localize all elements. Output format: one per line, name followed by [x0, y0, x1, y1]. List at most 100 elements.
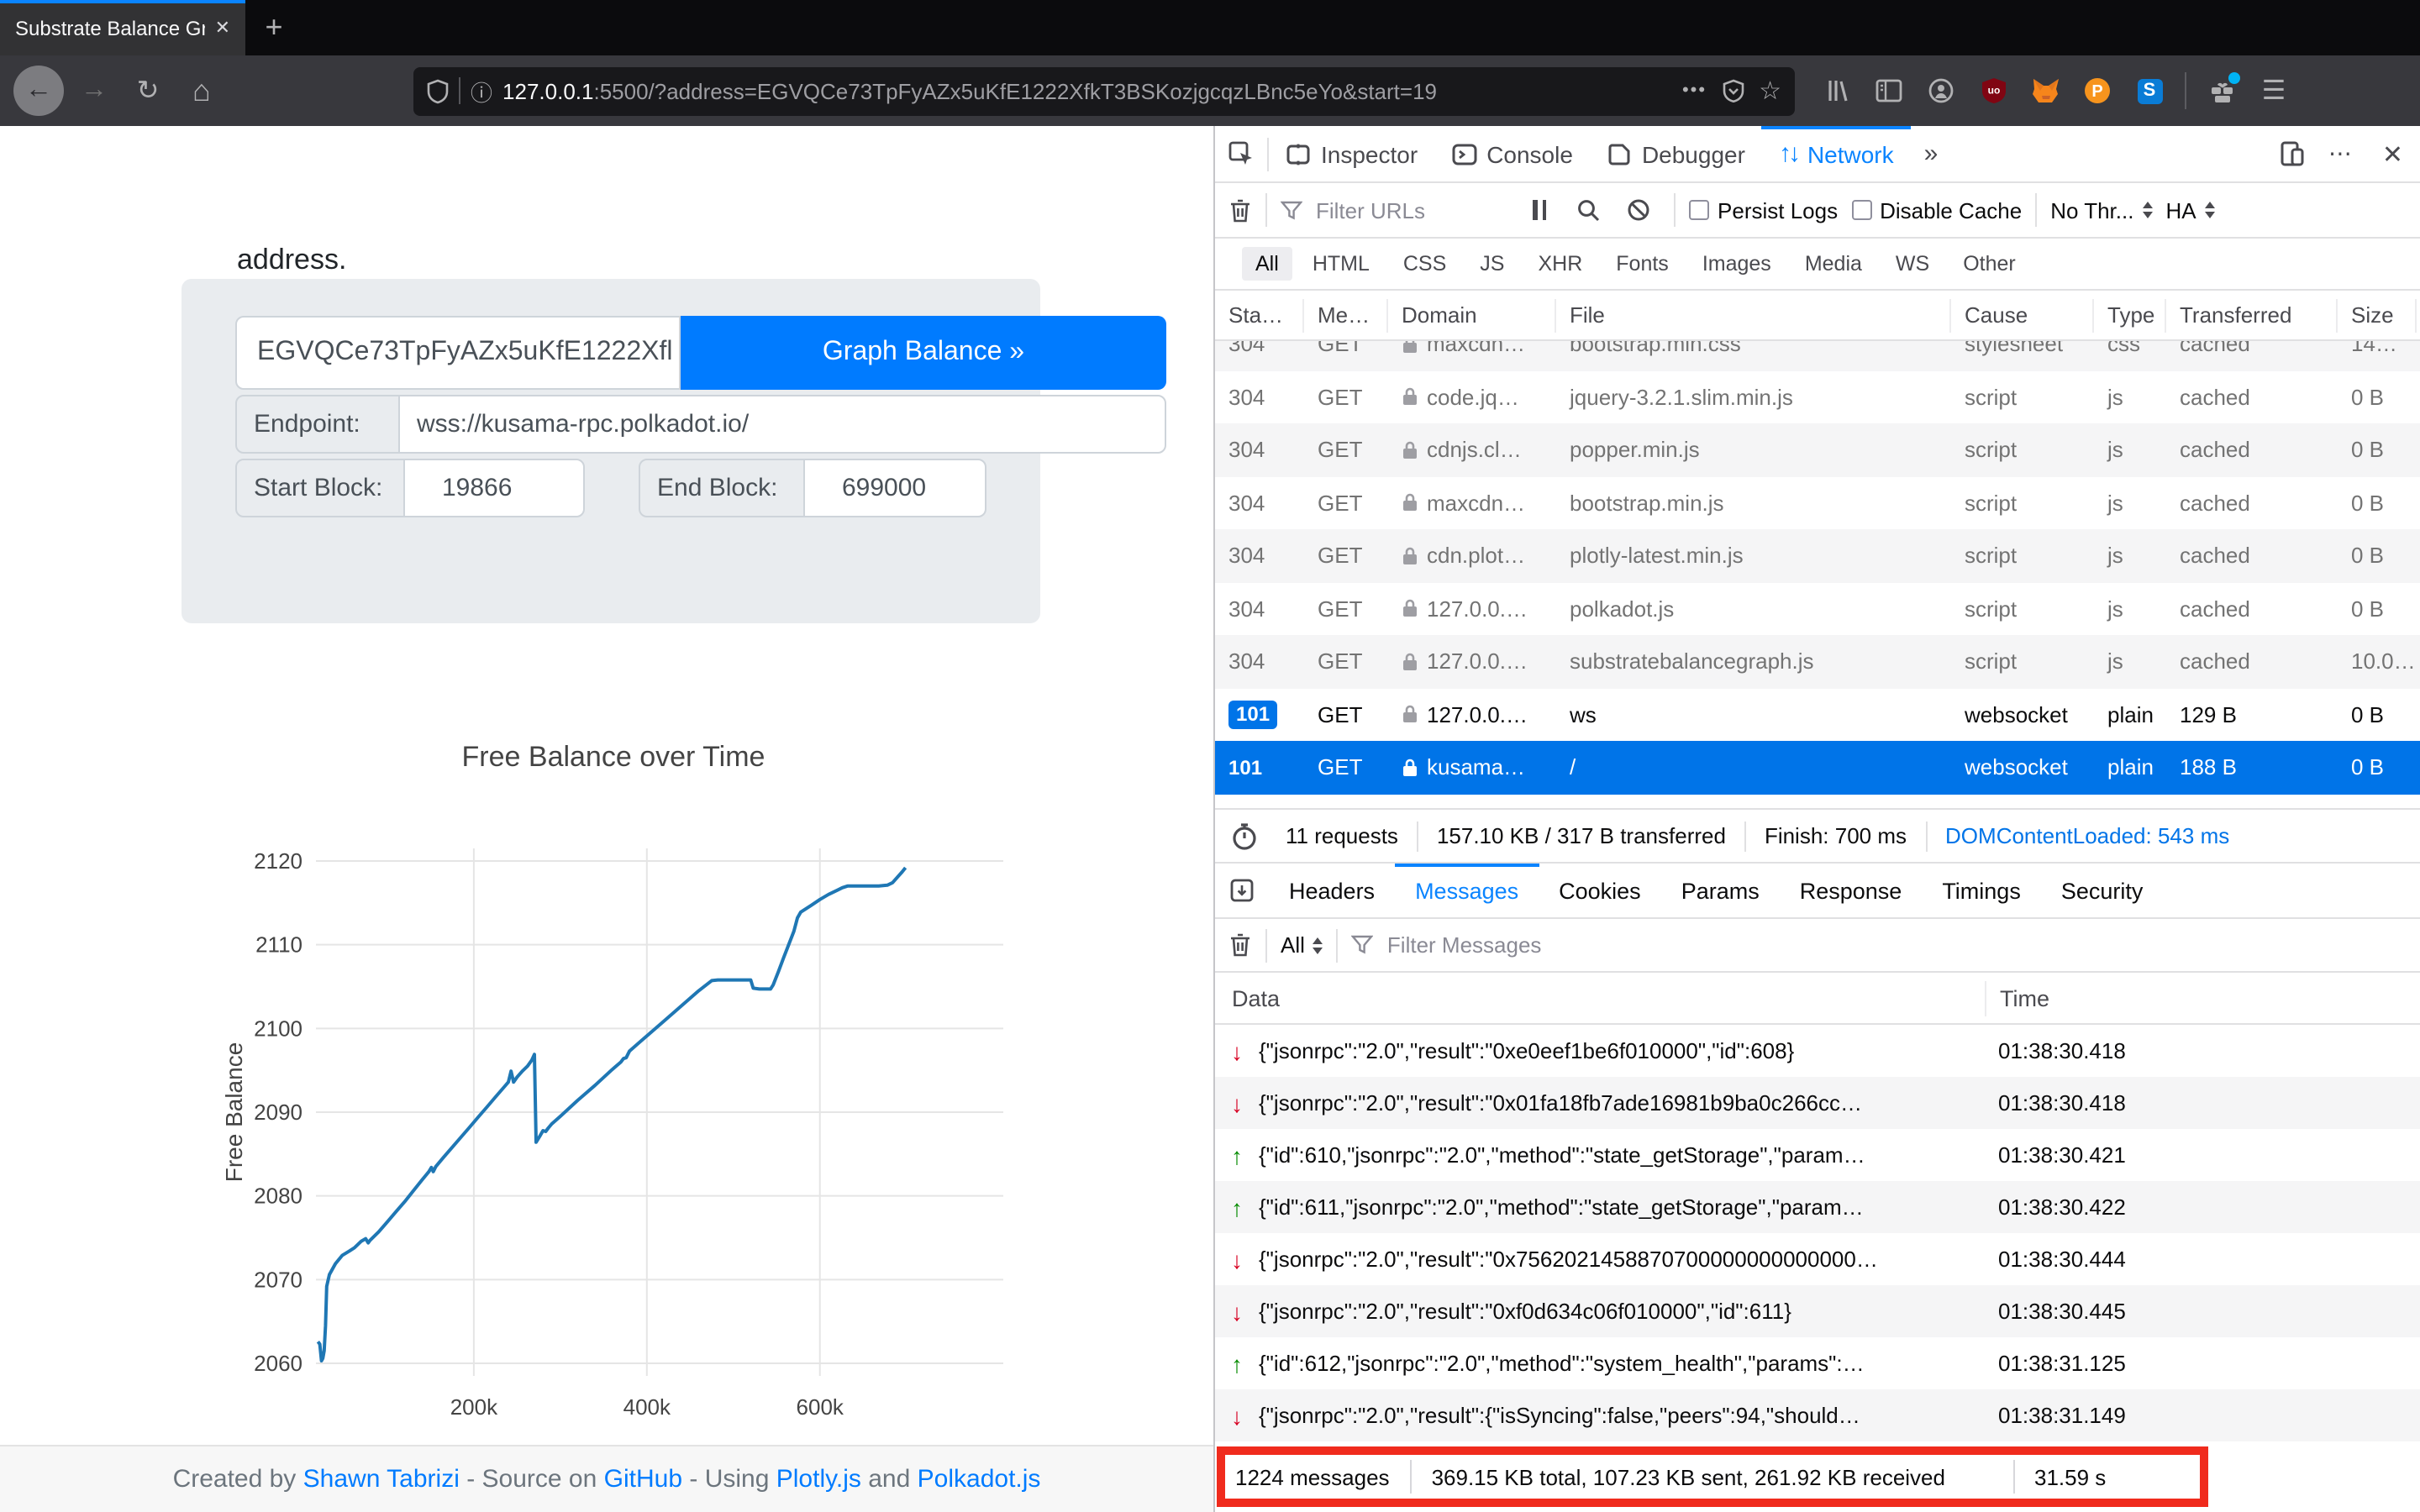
more-tabs-chevron[interactable]: »: [1911, 139, 1952, 168]
filter-other[interactable]: Other: [1949, 247, 2029, 281]
filter-js[interactable]: JS: [1466, 247, 1518, 281]
request-row[interactable]: 304 GET 127.0.0.… polkadot.js script js cached…: [1215, 582, 2420, 635]
pocket-icon[interactable]: [1722, 79, 1744, 102]
column-data[interactable]: Data: [1215, 985, 1985, 1011]
websocket-message-row[interactable]: ↓ {"jsonrpc":"2.0","result":{"isSyncing":…: [1215, 1389, 2420, 1441]
request-row[interactable]: 304 GET maxcdn… bootstrap.min.css stylesheet…: [1215, 341, 2420, 370]
library-icon[interactable]: [1815, 69, 1859, 113]
filter-xhr[interactable]: XHR: [1524, 247, 1596, 281]
request-row[interactable]: 101 GET 127.0.0.… ws websocket plain 129 B0 B: [1215, 688, 2420, 741]
endpoint-input[interactable]: [398, 395, 1166, 454]
back-button[interactable]: ←: [13, 66, 64, 116]
page-actions-icon[interactable]: •••: [1682, 81, 1707, 101]
tab-debugger[interactable]: Debugger: [1590, 125, 1762, 182]
filter-all[interactable]: All: [1242, 247, 1292, 281]
balance-line-chart[interactable]: 2060 2070 2080 2090 2100 2110 2120 200k 400k 600k…: [218, 832, 1025, 1436]
websocket-message-row[interactable]: ↓ {"jsonrpc":"2.0","result":"0x01fa18fb7a…: [1215, 1077, 2420, 1129]
filter-images[interactable]: Images: [1689, 247, 1785, 281]
websocket-message-row[interactable]: ↓ {"jsonrpc":"2.0","result":"0xf0d634c06f…: [1215, 1285, 2420, 1337]
footer-link-polkadot[interactable]: Polkadot.js: [918, 1465, 1041, 1494]
tab-network[interactable]: ↑↓ Network: [1761, 125, 1912, 182]
websocket-message-row[interactable]: ↑ {"id":611,"jsonrpc":"2.0","method":"sta…: [1215, 1181, 2420, 1233]
websocket-message-row[interactable]: ↓ {"jsonrpc":"2.0","result":"0xe0eef1be6f…: [1215, 1025, 2420, 1077]
ublock-origin-icon[interactable]: uo: [1971, 69, 2015, 113]
bookmark-star-icon[interactable]: ☆: [1759, 76, 1781, 106]
request-row[interactable]: 304 GET 127.0.0.… substratebalancegraph.js s…: [1215, 635, 2420, 688]
request-row[interactable]: 304 GET maxcdn… bootstrap.min.js script js cac…: [1215, 476, 2420, 529]
tracking-shield-icon[interactable]: [427, 78, 449, 103]
reload-button[interactable]: ↻: [124, 67, 171, 114]
forward-button[interactable]: →: [71, 67, 118, 114]
detail-tab-response[interactable]: Response: [1780, 863, 1923, 918]
tab-close-icon[interactable]: ✕: [215, 17, 230, 39]
persist-logs-box[interactable]: [1689, 200, 1710, 220]
metamask-icon[interactable]: [2023, 69, 2067, 113]
request-column-header[interactable]: Domain: [1388, 298, 1556, 332]
websocket-message-row[interactable]: ↑ {"id":612,"jsonrpc":"2.0","method":"sys…: [1215, 1337, 2420, 1389]
filter-css[interactable]: CSS: [1390, 247, 1460, 281]
request-column-header[interactable]: Cause: [1951, 298, 2094, 332]
har-menu[interactable]: HA: [2165, 197, 2215, 223]
request-column-header[interactable]: Transferred: [2166, 298, 2338, 332]
footer-link-github[interactable]: GitHub: [604, 1465, 682, 1494]
request-row[interactable]: 101 GET kusama… / websocket plain 188 B0 B: [1215, 741, 2420, 794]
filter-media[interactable]: Media: [1791, 247, 1876, 281]
menu-hamburger-icon[interactable]: ☰: [2252, 69, 2296, 113]
column-time[interactable]: Time: [1985, 980, 2420, 1016]
detail-tab-messages[interactable]: Messages: [1395, 863, 1539, 918]
detail-tab-headers[interactable]: Headers: [1269, 863, 1395, 918]
search-icon[interactable]: [1576, 198, 1600, 222]
filter-fonts[interactable]: Fonts: [1602, 247, 1682, 281]
message-direction-select[interactable]: All: [1281, 932, 1323, 958]
sidebar-toggle-icon[interactable]: [1867, 69, 1911, 113]
split-panel-icon[interactable]: [1215, 863, 1269, 918]
request-column-header[interactable]: Sta…: [1215, 298, 1304, 332]
throttling-select[interactable]: No Thr...: [2050, 197, 2153, 223]
filter-messages-input[interactable]: Filter Messages: [1387, 932, 1542, 958]
request-column-header[interactable]: Type: [2094, 298, 2166, 332]
request-row[interactable]: 304 GET cdnjs.cl… popper.min.js script js cach…: [1215, 423, 2420, 476]
detail-tab-params[interactable]: Params: [1661, 863, 1780, 918]
footer-link-plotly[interactable]: Plotly.js: [776, 1465, 861, 1494]
block-requests-icon[interactable]: [1627, 198, 1650, 222]
request-column-header[interactable]: File: [1556, 298, 1951, 332]
detail-tab-security[interactable]: Security: [2041, 863, 2164, 918]
pause-traffic-icon[interactable]: [1533, 200, 1547, 220]
persist-logs-checkbox[interactable]: Persist Logs: [1689, 197, 1838, 223]
filter-html[interactable]: HTML: [1299, 247, 1383, 281]
footer-link-author[interactable]: Shawn Tabrizi: [303, 1465, 460, 1494]
tab-console[interactable]: Console: [1434, 125, 1590, 182]
request-column-header[interactable]: Size: [2338, 298, 2417, 332]
filter-ws[interactable]: WS: [1882, 247, 1943, 281]
graph-balance-button[interactable]: Graph Balance »: [681, 316, 1166, 390]
site-info-icon[interactable]: ⓘ: [471, 75, 492, 107]
url-bar[interactable]: ⓘ 127.0.0.1:5500/?address=EGVQCe73TpFyAZ…: [413, 66, 1795, 115]
new-tab-button[interactable]: +: [245, 0, 302, 55]
pick-element-button[interactable]: [1215, 125, 1267, 182]
disable-cache-box[interactable]: [1851, 200, 1872, 220]
clear-requests-trash-icon[interactable]: [1228, 197, 1252, 223]
websocket-message-row[interactable]: ↓ {"jsonrpc":"2.0","result":"0x7562021458…: [1215, 1233, 2420, 1285]
url-text[interactable]: 127.0.0.1:5500/?address=EGVQCe73TpFyAZx5…: [502, 78, 1672, 103]
filter-urls-input[interactable]: Filter URLs: [1316, 197, 1425, 223]
disable-cache-checkbox[interactable]: Disable Cache: [1851, 197, 2022, 223]
websocket-message-row[interactable]: ↑ {"id":610,"jsonrpc":"2.0","method":"sta…: [1215, 1129, 2420, 1181]
detail-tab-timings[interactable]: Timings: [1922, 863, 2041, 918]
tab-inspector[interactable]: Inspector: [1269, 125, 1434, 182]
request-row[interactable]: 304 GET cdn.plot… plotly-latest.min.js scrip…: [1215, 529, 2420, 582]
end-block-input[interactable]: [803, 459, 986, 517]
request-column-header[interactable]: Me…: [1304, 298, 1388, 332]
whats-new-gift-icon[interactable]: [2200, 69, 2244, 113]
clear-messages-trash-icon[interactable]: [1228, 932, 1252, 958]
devtools-close-button[interactable]: ✕: [2365, 125, 2420, 182]
browser-tab-active[interactable]: Substrate Balance Graph ✕: [0, 0, 245, 55]
request-row[interactable]: 304 GET code.jq… jquery-3.2.1.slim.min.js sc…: [1215, 370, 2420, 423]
polkadot-extension-icon[interactable]: P: [2075, 69, 2119, 113]
responsive-design-button[interactable]: [2270, 125, 2317, 182]
skype-extension-icon[interactable]: S: [2128, 69, 2171, 113]
devtools-meatball-menu[interactable]: ⋯: [2317, 125, 2365, 182]
address-input[interactable]: [235, 316, 681, 390]
account-extension-icon[interactable]: [1919, 69, 1963, 113]
detail-tab-cookies[interactable]: Cookies: [1539, 863, 1661, 918]
home-button[interactable]: ⌂: [178, 67, 225, 114]
